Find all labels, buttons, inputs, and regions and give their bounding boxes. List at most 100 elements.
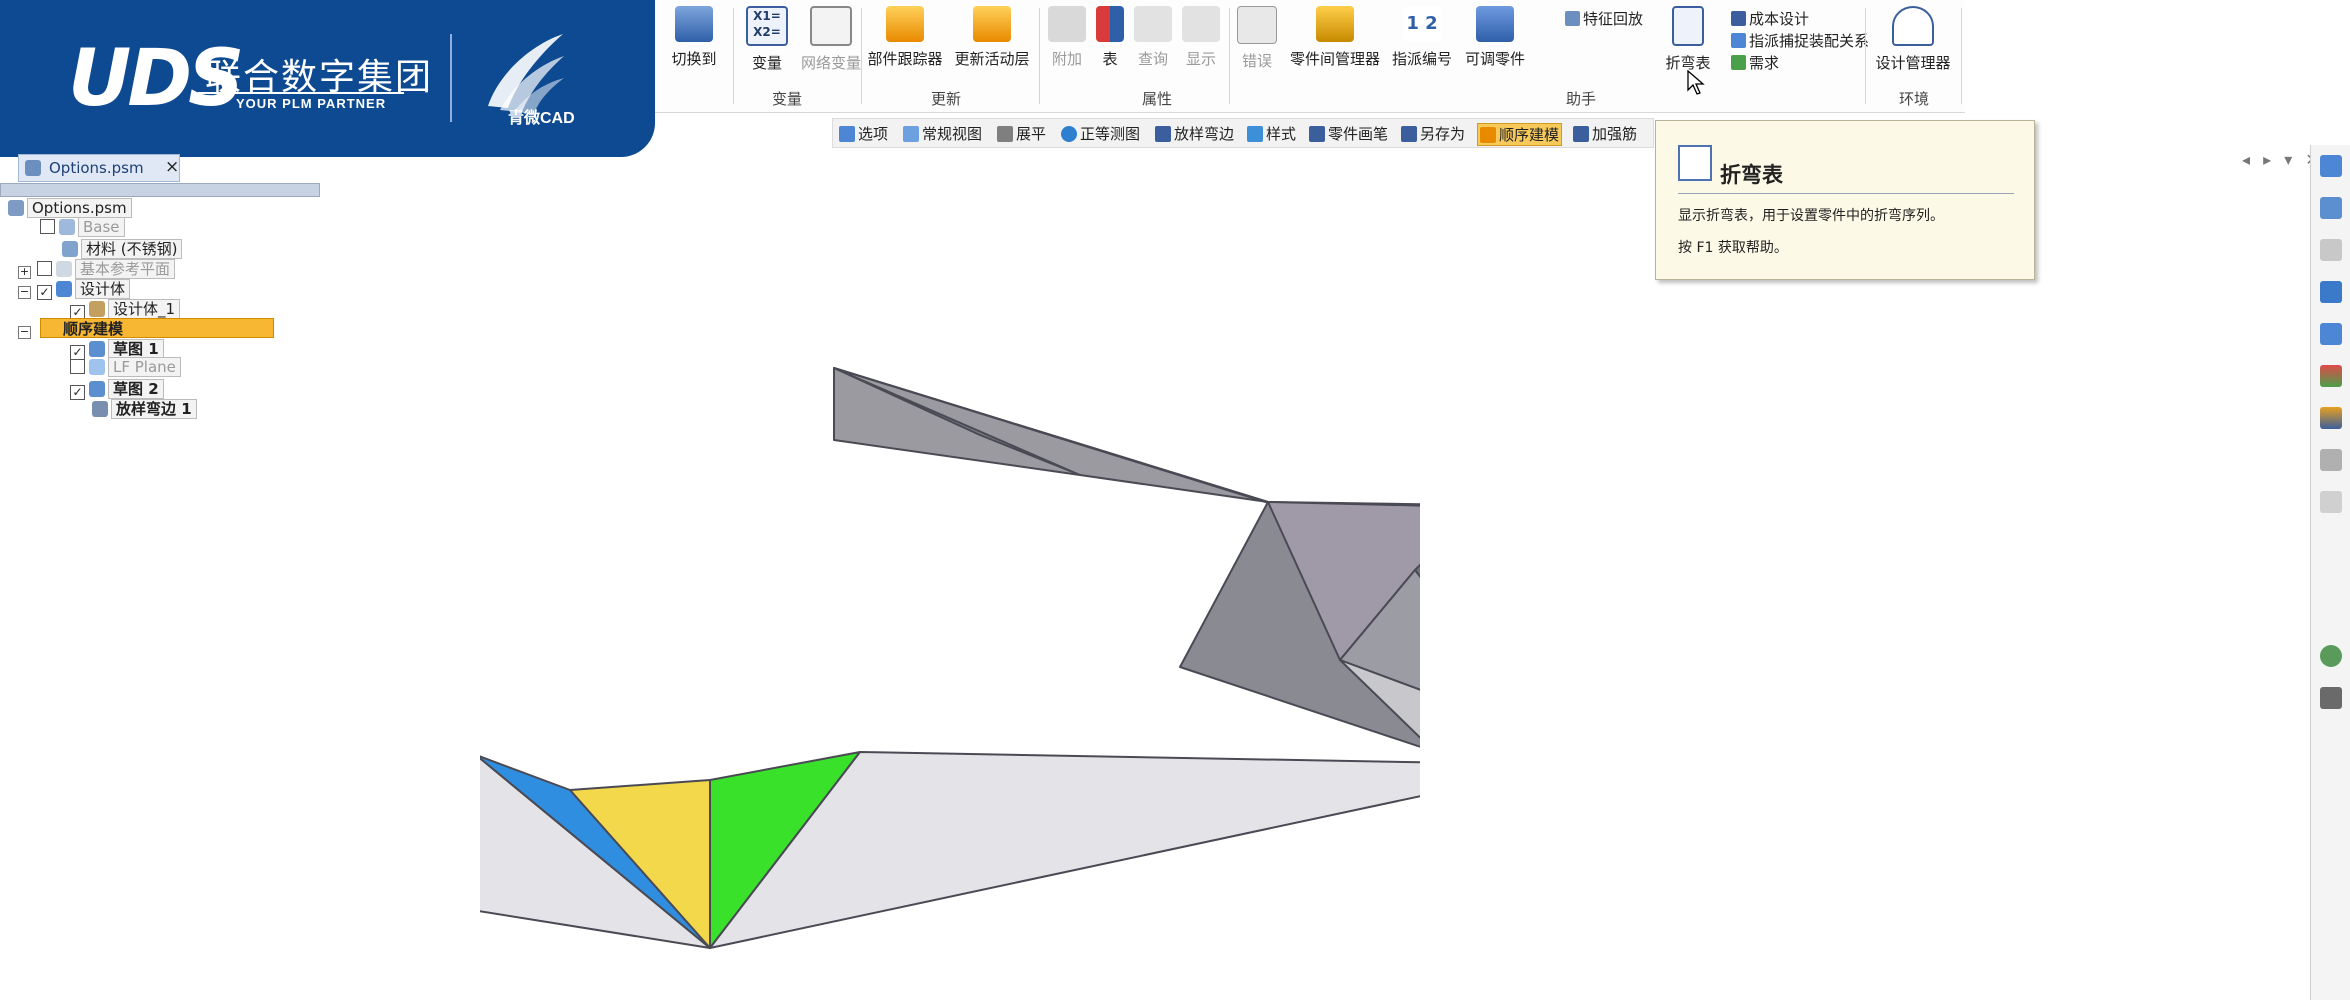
update-active-layer-icon [973, 6, 1011, 42]
brand-banner: UDS 联合数字集团 YOUR PLM PARTNER 青微CAD [0, 0, 655, 157]
flatten-icon [997, 126, 1013, 142]
bend-table-icon [1678, 145, 1712, 181]
normal-view-icon [903, 126, 919, 142]
collapse-icon[interactable]: − [18, 326, 31, 339]
requirements-button[interactable]: 需求 [1731, 52, 1779, 73]
tree-item-design-body-1[interactable]: ✓ 设计体_1 [70, 298, 181, 320]
tree-item-base[interactable]: Base [40, 217, 125, 238]
inter-part-manager-button[interactable]: 零件间管理器 [1285, 6, 1385, 69]
part-tracker-button[interactable]: 部件跟踪器 [863, 6, 947, 69]
assign-number-button[interactable]: 1 2 指派编号 [1387, 6, 1457, 69]
tooltip-title: 折弯表 [1720, 163, 1783, 187]
tooltip-description: 显示折弯表，用于设置零件中的折弯序列。 [1678, 208, 1944, 224]
cmd-part-painter[interactable]: 零件画笔 [1309, 123, 1388, 144]
switch-to-button[interactable]: 切换到 [663, 6, 725, 69]
assign-number-icon: 1 2 [1403, 6, 1441, 42]
body-icon [89, 301, 105, 317]
update-active-layer-button[interactable]: 更新活动层 [951, 6, 1033, 69]
inter-part-manager-icon [1316, 6, 1354, 42]
link-icon[interactable] [2320, 239, 2342, 261]
cmd-lofted-flange[interactable]: 放样弯边 [1155, 123, 1234, 144]
tree-item-lofted-flange-1[interactable]: 放样弯边 1 [92, 398, 197, 419]
cmd-rib[interactable]: 加强筋 [1573, 123, 1637, 144]
close-tab-icon[interactable]: × [165, 157, 179, 177]
checkbox-checked-icon[interactable]: ✓ [70, 385, 85, 400]
bend-table-tooltip: 折弯表 显示折弯表，用于设置零件中的折弯序列。 按 F1 获取帮助。 [1655, 120, 2035, 280]
collapse-icon[interactable]: − [18, 286, 31, 299]
style-icon [1247, 126, 1263, 142]
tree-item-sequential[interactable]: − 顺序建模 [18, 318, 123, 339]
bend-table-button[interactable]: 折弯表 [1655, 6, 1721, 73]
variables-icon: X1= X2= [746, 6, 788, 46]
cmd-isometric-view[interactable]: 正等测图 [1061, 123, 1140, 144]
cmd-style[interactable]: 样式 [1247, 123, 1296, 144]
query-icon [1134, 6, 1172, 42]
sensors-icon[interactable] [2320, 407, 2342, 429]
design-manager-button[interactable]: 设计管理器 [1869, 6, 1957, 73]
logo-separator [450, 34, 452, 122]
document-tab-label: Options.psm [49, 159, 144, 177]
tree-icon[interactable] [2320, 687, 2342, 709]
display-icon [1182, 6, 1220, 42]
errors-button[interactable]: 错误 [1233, 6, 1281, 71]
display-button[interactable]: 显示 [1177, 6, 1225, 69]
part-painter-icon [1309, 126, 1325, 142]
feature-playback-button[interactable]: 特征回放 [1565, 8, 1643, 29]
checkbox-icon[interactable] [40, 219, 55, 234]
assign-capture-relations-button[interactable]: 指派捕捉装配关系 [1731, 30, 1869, 51]
variables-button[interactable]: X1= X2= 变量 [739, 6, 795, 73]
product-name: 青微CAD [508, 110, 575, 127]
layers-icon[interactable] [2320, 365, 2342, 387]
network-variables-icon [810, 6, 852, 46]
query-button[interactable]: 查询 [1129, 6, 1177, 69]
checkbox-checked-icon[interactable]: ✓ [37, 285, 52, 300]
save-as-icon [1401, 126, 1417, 142]
tree-item-material[interactable]: 材料 (不锈钢) [62, 238, 183, 259]
group-label-environment: 环境 [1899, 90, 1930, 108]
lofted-flange-model[interactable] [480, 340, 1420, 960]
attach-icon [1048, 6, 1086, 42]
bend-table-icon [1672, 6, 1704, 46]
tree-item-ref-planes[interactable]: + 基本参考平面 [18, 258, 176, 279]
table-button[interactable]: 表 [1091, 6, 1129, 69]
cmd-save-as[interactable]: 另存为 [1401, 123, 1465, 144]
command-bar: 选项 常规视图 展平 正等测图 放样弯边 样式 零件画笔 另存为 顺序建模 加强… [832, 118, 1654, 148]
cmd-options[interactable]: 选项 [839, 123, 888, 144]
group-label-update: 更新 [931, 90, 962, 108]
attach-button[interactable]: 附加 [1043, 6, 1091, 69]
tree-item-sketch-1[interactable]: ✓ 草图 1 [70, 338, 164, 360]
part-tracker-icon [886, 6, 924, 42]
adjustable-part-button[interactable]: 可调零件 [1459, 6, 1531, 69]
display-icon[interactable] [2320, 197, 2342, 219]
library-icon[interactable] [2320, 281, 2342, 303]
tree-item-lf-plane[interactable]: LF Plane [70, 357, 181, 378]
help-icon[interactable] [2320, 449, 2342, 471]
rib-icon [1573, 126, 1589, 142]
network-variables-button[interactable]: 网络变量 [795, 6, 867, 73]
cmd-flatten[interactable]: 展平 [997, 123, 1046, 144]
globe-icon[interactable] [2320, 645, 2342, 667]
capture-relations-icon [1731, 33, 1746, 48]
tree-root[interactable]: Options.psm [8, 198, 132, 219]
checkbox-icon[interactable] [70, 359, 85, 374]
cost-design-button[interactable]: 成本设计 [1731, 8, 1809, 29]
table-icon [1096, 6, 1124, 42]
ribbon: 切换到 X1= X2= 变量 网络变量 变量 部件跟踪器 更新活动层 更新 附加 … [655, 0, 1965, 113]
tooltip-divider [1678, 193, 2014, 194]
document-tab[interactable]: Options.psm × [18, 154, 180, 182]
checkbox-icon[interactable] [37, 261, 52, 276]
view-icon[interactable] [2320, 155, 2342, 177]
tree-item-design-body[interactable]: − ✓ 设计体 [18, 278, 131, 300]
sketch-icon [89, 381, 105, 397]
cmd-normal-view[interactable]: 常规视图 [903, 123, 982, 144]
tree-scrollbar[interactable] [0, 183, 320, 197]
material-icon [62, 241, 78, 257]
properties-icon[interactable] [2320, 491, 2342, 513]
tree-item-sketch-2[interactable]: ✓ 草图 2 [70, 378, 164, 400]
family-icon[interactable] [2320, 323, 2342, 345]
cmd-sequential-modeling[interactable]: 顺序建模 [1477, 123, 1563, 146]
playback-icon [1565, 11, 1580, 26]
group-label-assistant: 助手 [1566, 90, 1597, 108]
adjustable-part-icon [1476, 6, 1514, 42]
right-toolbar [2310, 145, 2350, 1000]
